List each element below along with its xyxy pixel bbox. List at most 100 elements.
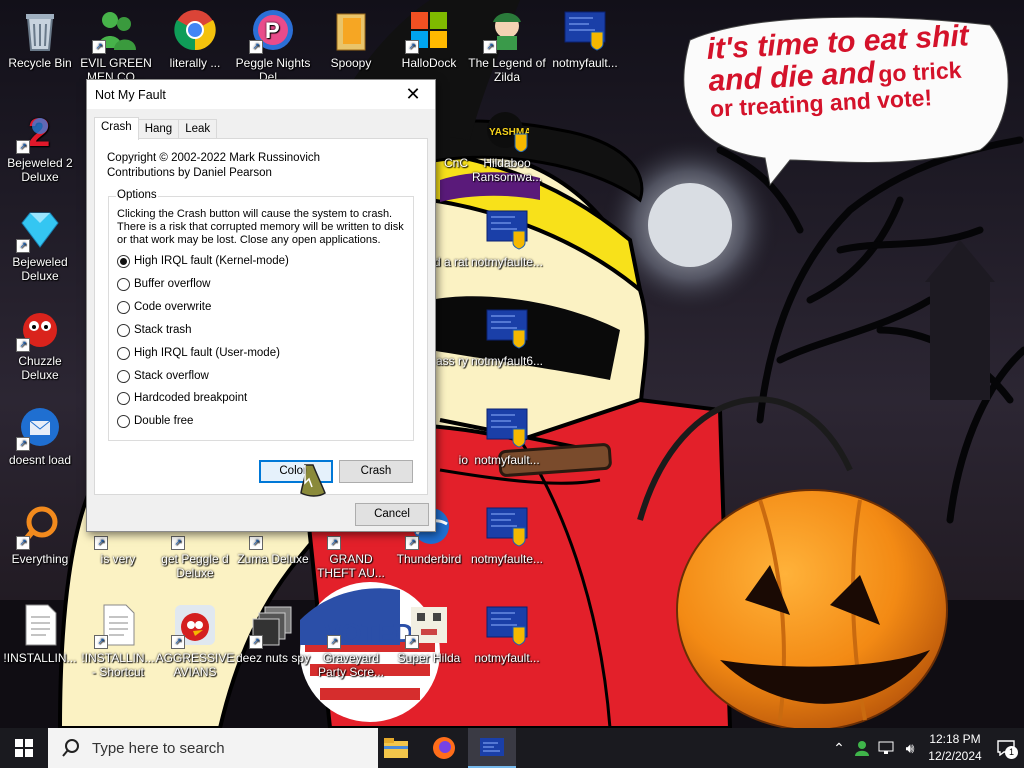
desktop-icon-recycle-bin[interactable]: Recycle Bin	[0, 2, 80, 70]
tab-strip: Crash Hang Leak	[94, 117, 218, 140]
cancel-button[interactable]: Cancel	[355, 503, 429, 526]
cnc-icon	[448, 108, 468, 152]
notmyfault-app-icon	[480, 738, 504, 756]
desktop-icon-notmyfault-5[interactable]: notmyfault...	[467, 399, 547, 467]
taskbar-firefox[interactable]	[420, 728, 468, 768]
desktop-icon-installing[interactable]: !INSTALLIN...	[0, 597, 80, 665]
chrome-icon	[173, 8, 217, 52]
desktop-icon-literally[interactable]: literally ...	[155, 2, 235, 70]
taskbar-clock[interactable]: 12:18 PM 12/2/2024	[922, 731, 988, 765]
notmyfault-app-icon	[563, 8, 607, 52]
radio-button[interactable]	[117, 414, 130, 428]
desktop-icon-deez-nuts-spy[interactable]: ↗ deez nuts spy	[233, 597, 313, 665]
text-document-icon	[18, 603, 62, 647]
dialog-titlebar[interactable]: Not My Fault	[87, 80, 435, 109]
desktop-icon-notmyfault-4[interactable]: notmyfault...	[467, 597, 547, 665]
folder-icon	[384, 738, 408, 758]
desktop-icon-bejeweled-2[interactable]: 2 ↗ Bejeweled 2 Deluxe	[0, 102, 80, 184]
desktop-icon-doesnt-load[interactable]: ↗ doesnt load	[0, 399, 80, 467]
taskbar-file-explorer[interactable]	[372, 728, 420, 768]
desktop-icon-super-hilda[interactable]: ↗ Super Hilda	[389, 597, 469, 665]
radio-button[interactable]	[117, 391, 130, 405]
option-stack-overflow[interactable]: Stack overflow	[117, 367, 209, 385]
windows-start-icon	[15, 739, 33, 757]
option-stack-trash[interactable]: Stack trash	[117, 321, 192, 339]
tab-leak[interactable]: Leak	[178, 119, 218, 139]
notification-center-icon[interactable]: 1	[988, 740, 1024, 759]
shortcut-arrow-icon: ↗	[171, 635, 185, 649]
close-icon: ✕	[405, 84, 421, 104]
desktop-icon-notmyfault-1[interactable]: notmyfault...	[545, 2, 625, 70]
close-button[interactable]: ✕	[391, 80, 435, 109]
option-code-overwrite[interactable]: Code overwrite	[117, 298, 211, 316]
notification-count-badge: 1	[1005, 746, 1018, 759]
radio-button[interactable]	[117, 369, 130, 383]
notmyfault-app-icon	[485, 504, 529, 548]
angry-bird-icon: ↗	[171, 603, 217, 649]
notmyfault-app-icon	[485, 405, 529, 449]
crash-tab-panel: Copyright © 2002-2022 Mark Russinovich C…	[94, 138, 428, 495]
desktop-icon-legend-of-zilda[interactable]: ↗ The Legend of Zilda	[467, 2, 547, 84]
radio-button-selected[interactable]	[117, 254, 130, 268]
shortcut-arrow-icon: ↗	[16, 140, 30, 154]
graveyard-icon: ↗	[327, 603, 373, 649]
shortcut-arrow-icon: ↗	[405, 40, 419, 54]
desktop-icon-notmyfault6[interactable]: notmyfault6...	[467, 300, 547, 368]
radio-button[interactable]	[117, 323, 130, 337]
start-button[interactable]	[0, 728, 48, 768]
taskbar-notmyfault[interactable]	[468, 728, 516, 768]
desktop-icon-everything[interactable]: ↗ Everything	[0, 498, 80, 566]
yashma-icon: YASHMA	[485, 108, 531, 153]
chevron-up-icon[interactable]: ⌃	[828, 740, 850, 757]
clock-time: 12:18 PM	[929, 732, 981, 746]
desktop-icon-hallodock[interactable]: ↗ HalloDock	[389, 2, 469, 70]
shortcut-arrow-icon: ↗	[249, 536, 263, 550]
desktop-icon-peggle-nights[interactable]: P ↗ Peggle Nights Del...	[233, 2, 313, 84]
volume-icon[interactable]: 🔊︎	[898, 740, 922, 757]
bubble-line-2b: go trick	[877, 56, 962, 87]
desktop-icon-notmyfaulte-2[interactable]: notmyfaulte...	[467, 201, 547, 269]
thunderbird-icon: ↗	[16, 405, 62, 451]
dialog-title: Not My Fault	[95, 87, 166, 102]
msn-buddy-icon: ↗	[92, 8, 138, 54]
option-buffer-overflow[interactable]: Buffer overflow	[117, 275, 211, 293]
magnifier-everything-icon: ↗	[16, 504, 62, 550]
copyright-block: Copyright © 2002-2022 Mark Russinovich C…	[107, 151, 320, 181]
crash-button[interactable]: Crash	[339, 460, 413, 483]
speech-bubble-text: it's time to eat shit and die and go tri…	[706, 18, 1010, 122]
desktop-icon-aggressive-avians[interactable]: ↗ AGGRESSIVE AVIANS	[155, 597, 235, 679]
notmyfault-app-icon	[485, 306, 529, 350]
bejeweled-2-icon: 2 ↗	[16, 108, 62, 155]
radio-button[interactable]	[117, 277, 130, 291]
shortcut-arrow-icon: ↗	[249, 635, 263, 649]
desktop-icon-bejeweled[interactable]: ↗ Bejeweled Deluxe	[0, 201, 80, 283]
shortcut-arrow-icon: ↗	[405, 536, 419, 550]
desktop-icon-evil-green-men[interactable]: ↗ EVIL GREEN MEN CO...	[76, 2, 156, 84]
tab-hang[interactable]: Hang	[137, 119, 180, 139]
radio-button[interactable]	[117, 300, 130, 314]
desktop-icon-graveyard-party[interactable]: ↗ Graveyard Party Scre...	[311, 597, 391, 679]
tab-crash[interactable]: Crash	[94, 117, 139, 140]
radio-button[interactable]	[117, 346, 130, 360]
network-icon[interactable]	[874, 741, 898, 755]
option-double-free[interactable]: Double free	[117, 412, 193, 430]
folder-icon	[329, 8, 373, 52]
option-high-irql-kernel[interactable]: High IRQL fault (Kernel-mode)	[117, 252, 289, 270]
desktop-icon-notmyfaulte-3[interactable]: notmyfaulte...	[467, 498, 547, 566]
desktop-icon-spoopy[interactable]: Spoopy	[311, 2, 391, 70]
option-high-irql-user[interactable]: High IRQL fault (User-mode)	[117, 344, 280, 362]
shortcut-arrow-icon: ↗	[171, 536, 185, 550]
shortcut-arrow-icon: ↗	[483, 40, 497, 54]
zilda-character-icon: ↗	[483, 8, 529, 54]
diamond-gem-icon: ↗	[16, 207, 62, 253]
user-network-icon[interactable]	[850, 740, 874, 756]
notmyfault-app-icon	[485, 603, 529, 647]
taskbar-search-box[interactable]: Type here to search	[48, 728, 378, 768]
desktop-icon-hildaboo-ransomware[interactable]: YASHMA Hildaboo Ransomwa...	[467, 102, 547, 184]
desktop-icon-installing-shortcut[interactable]: ↗ !INSTALLIN... - Shortcut	[78, 597, 158, 679]
pixel-hilda-icon: ↗	[405, 603, 451, 649]
text-document-icon: ↗	[94, 603, 140, 649]
option-hardcoded-breakpoint[interactable]: Hardcoded breakpoint	[117, 389, 247, 407]
desktop-icon-chuzzle[interactable]: ↗ Chuzzle Deluxe	[0, 300, 80, 382]
notmyfault-app-icon	[485, 207, 529, 251]
